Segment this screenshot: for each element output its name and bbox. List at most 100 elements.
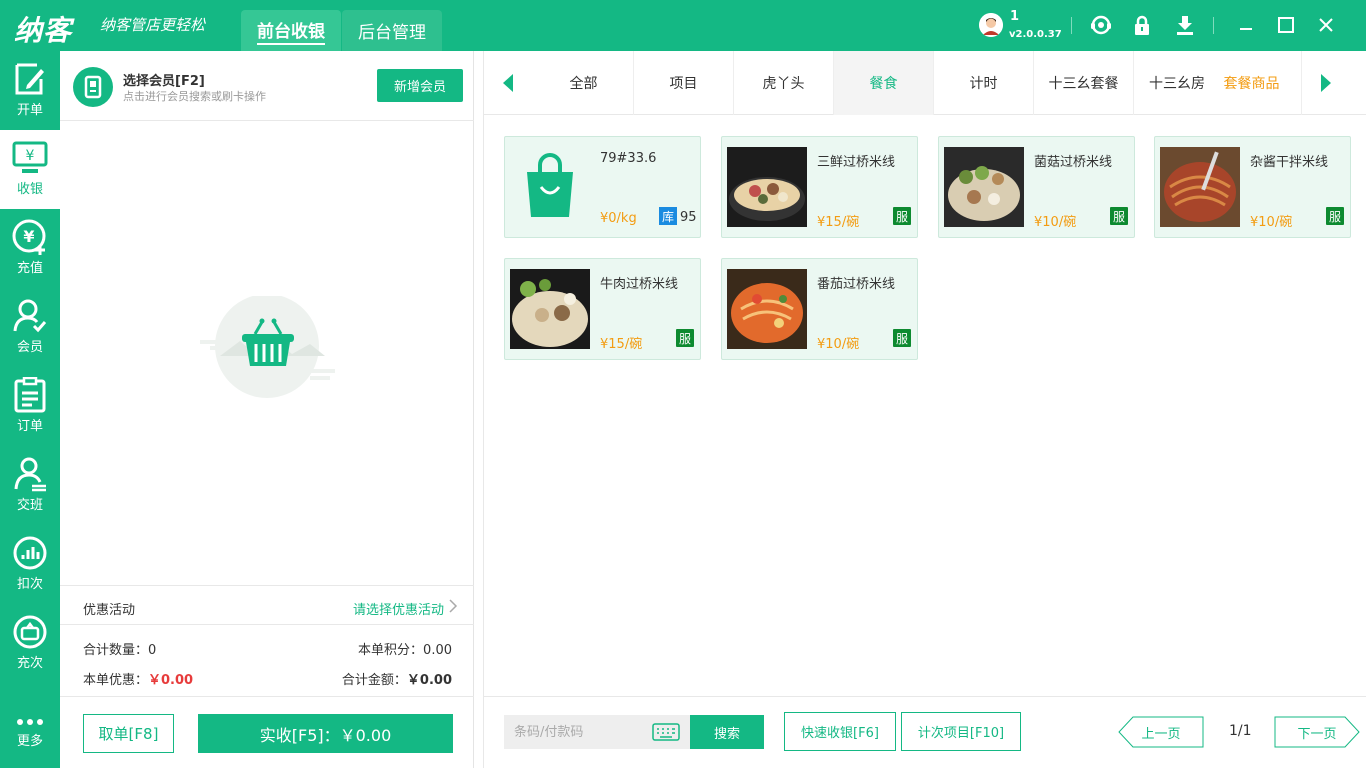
order-points-label: 本单积分： — [358, 643, 424, 658]
empty-cart-illustration — [200, 294, 340, 410]
nav-label: 充次 — [16, 656, 43, 671]
product-name: 牛肉过桥米线 — [600, 277, 679, 292]
category-tab-items[interactable]: 项目 — [634, 51, 734, 115]
product-name: 杂酱干拌米线 — [1250, 155, 1329, 170]
nav-jiaoban[interactable]: 交班 — [0, 446, 60, 525]
product-card[interactable]: 牛肉过桥米线 ¥15/碗 服 — [504, 258, 701, 360]
product-name: 三鲜过桥米线 — [817, 155, 896, 170]
service-badge: 服 — [1110, 207, 1128, 225]
product-price: ¥10/碗 — [817, 337, 860, 352]
search-button[interactable]: 搜索 — [690, 715, 764, 749]
service-badge: 服 — [893, 329, 911, 347]
tab-front-cashier-label: 前台收银 — [257, 17, 325, 45]
nav-dingdan[interactable]: 订单 — [0, 367, 60, 446]
nav-kouci[interactable]: 扣次 — [0, 525, 60, 604]
quick-pay-button[interactable]: 快速收银[F6] — [784, 712, 896, 751]
nav-huiyuan[interactable]: 会员 — [0, 288, 60, 367]
member-select[interactable]: 选择会员[F2] 点击进行会员搜索或刷卡操作 新增会员 — [60, 51, 474, 121]
user-id: 1 — [1010, 9, 1020, 24]
support-icon[interactable] — [1090, 14, 1112, 36]
product-name: 菌菇过桥米线 — [1034, 155, 1113, 170]
product-name: 79#33.6 — [600, 151, 657, 166]
keyboard-icon[interactable] — [652, 723, 680, 745]
nav-shouyin[interactable]: ¥ 收银 — [0, 130, 60, 209]
left-nav: 开单 ¥ 收银 ¥ 充值 会员 订单 交班 扣次 充次 更多 — [0, 51, 60, 768]
category-tab-all[interactable]: 全部 — [534, 51, 634, 115]
product-image — [727, 147, 807, 227]
tab-back-admin[interactable]: 后台管理 — [342, 10, 442, 51]
promo-row[interactable]: 优惠活动 请选择优惠活动 — [60, 585, 474, 625]
product-image — [1160, 147, 1240, 227]
category-tab-package-goods[interactable]: 套餐商品 — [1202, 51, 1302, 115]
minimize-icon[interactable] — [1235, 14, 1257, 36]
order-discount: 本单优惠：￥0.00 — [83, 669, 193, 688]
product-card[interactable]: 番茄过桥米线 ¥10/碗 服 — [721, 258, 918, 360]
nav-label: 交班 — [16, 498, 43, 513]
category-tab-meals[interactable]: 餐食 — [834, 51, 934, 115]
member-icon — [13, 299, 47, 333]
deduct-icon — [13, 536, 47, 570]
avatar[interactable] — [979, 13, 1003, 37]
total-qty: 合计数量：0 — [83, 639, 156, 658]
category-prev-icon[interactable] — [484, 51, 534, 115]
tab-front-cashier[interactable]: 前台收银 — [241, 10, 341, 51]
member-subtitle: 点击进行会员搜索或刷卡操作 — [123, 90, 266, 103]
product-image — [727, 269, 807, 349]
product-price: ¥15/碗 — [600, 337, 643, 352]
add-member-button[interactable]: 新增会员 — [377, 69, 463, 102]
page-indicator: 1/1 — [1229, 723, 1252, 739]
nav-label: 收银 — [16, 182, 43, 197]
lock-icon[interactable] — [1131, 14, 1153, 36]
product-card[interactable]: 79#33.6 ¥0/kg 库 95 — [504, 136, 701, 238]
product-price: ¥10/碗 — [1250, 215, 1293, 230]
service-badge: 服 — [893, 207, 911, 225]
product-price: ¥10/碗 — [1034, 215, 1077, 230]
nav-label: 充值 — [16, 261, 43, 276]
download-icon[interactable] — [1174, 14, 1196, 36]
nav-kaidan[interactable]: 开单 — [0, 51, 60, 130]
stock-count: 95 — [680, 210, 697, 225]
category-tab-ssy-room[interactable]: 十三幺房 — [1134, 51, 1204, 115]
order-points-value: 0.00 — [423, 643, 452, 658]
app-slogan: 纳客管店更轻松 — [100, 16, 206, 34]
prev-page-label: 上一页 — [1141, 726, 1181, 742]
nav-label: 开单 — [16, 103, 43, 118]
count-item-button[interactable]: 计次项目[F10] — [901, 712, 1021, 751]
nav-chongci[interactable]: 充次 — [0, 604, 60, 683]
next-page-label: 下一页 — [1297, 726, 1337, 742]
divider — [1213, 17, 1214, 34]
category-tab-timing[interactable]: 计时 — [934, 51, 1034, 115]
order-actions: 取单[F8] 实收[F5]：￥0.00 — [60, 696, 474, 768]
product-image — [944, 147, 1024, 227]
service-badge: 服 — [1326, 207, 1344, 225]
category-next-icon[interactable] — [1300, 51, 1350, 115]
edit-icon — [15, 63, 44, 95]
nav-label: 会员 — [16, 340, 43, 355]
product-price: ¥15/碗 — [817, 215, 860, 230]
next-page-button[interactable]: 下一页 — [1274, 716, 1360, 748]
order-panel: 选择会员[F2] 点击进行会员搜索或刷卡操作 新增会员 优惠活动 请选择优惠活动… — [60, 51, 474, 768]
category-tab-huyatou[interactable]: 虎丫头 — [734, 51, 834, 115]
promo-select-link[interactable]: 请选择优惠活动 — [353, 599, 444, 618]
nav-gengduo[interactable]: 更多 — [0, 698, 60, 768]
take-order-button[interactable]: 取单[F8] — [83, 714, 174, 753]
shopping-bag-icon — [510, 147, 590, 227]
product-card[interactable]: 菌菇过桥米线 ¥10/碗 服 — [938, 136, 1135, 238]
member-card-icon — [73, 67, 113, 107]
cashier-icon: ¥ — [12, 141, 48, 173]
order-icon — [14, 377, 46, 413]
prev-page-button[interactable]: 上一页 — [1118, 716, 1204, 748]
close-icon[interactable] — [1315, 14, 1337, 36]
app-version: v2.0.0.37 — [1009, 29, 1062, 40]
order-discount-label: 本单优惠： — [83, 673, 149, 688]
category-tab-ssy-package[interactable]: 十三幺套餐 — [1034, 51, 1134, 115]
divider — [1071, 17, 1072, 34]
member-title: 选择会员[F2] — [123, 74, 205, 89]
product-card[interactable]: 三鲜过桥米线 ¥15/碗 服 — [721, 136, 918, 238]
nav-label: 扣次 — [16, 577, 43, 592]
pay-button[interactable]: 实收[F5]：￥0.00 — [198, 714, 453, 753]
top-bar: 纳客 纳客管店更轻松 前台收银 后台管理 1 v2.0.0.37 — [0, 0, 1366, 51]
nav-chongzhi[interactable]: ¥ 充值 — [0, 209, 60, 288]
maximize-icon[interactable] — [1275, 14, 1297, 36]
product-card[interactable]: 杂酱干拌米线 ¥10/碗 服 — [1154, 136, 1351, 238]
